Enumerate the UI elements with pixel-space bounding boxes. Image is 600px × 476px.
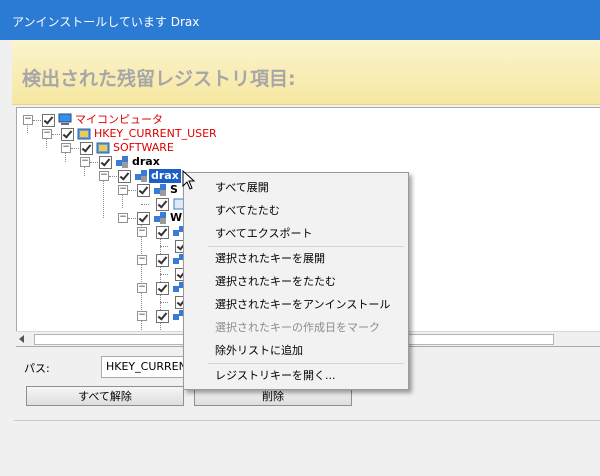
menu-item-open-registry-key[interactable]: レジストリキーを開く... <box>215 369 336 383</box>
tree-node-hkcu[interactable]: − HKEY_CURRENT_USER <box>42 127 242 142</box>
tree-connector <box>52 134 60 135</box>
tree-connector <box>160 302 168 303</box>
mouse-cursor-icon <box>182 170 196 190</box>
menu-item-expand-selected[interactable]: 選択されたキーを展開 <box>215 252 325 266</box>
header-banner: 検出された残留レジストリ項目: <box>12 40 600 105</box>
registry-folder-icon <box>96 142 110 154</box>
tree-connector <box>90 162 98 163</box>
menu-item-mark-created-date: 選択されたキーの作成日をマーク <box>215 321 380 334</box>
collapse-toggle[interactable]: − <box>118 185 128 195</box>
node-checkbox[interactable] <box>61 128 74 141</box>
menu-item-collapse-all[interactable]: すべてたたむ <box>215 204 280 218</box>
collapse-toggle[interactable]: − <box>137 283 147 293</box>
collapse-toggle[interactable]: − <box>80 157 90 167</box>
node-checkbox[interactable] <box>80 142 93 155</box>
computer-icon <box>58 113 72 125</box>
registry-key-icon <box>116 156 128 168</box>
uninstall-window: アンインストールしています Drax 検出された残留レジストリ項目: − マイコ… <box>0 0 600 476</box>
tree-connector <box>160 246 168 247</box>
menu-item-export-all[interactable]: すべてエクスポート <box>215 227 312 241</box>
tree-connector <box>141 204 149 205</box>
menu-item-collapse-selected[interactable]: 選択されたキーをたたむ <box>215 275 336 289</box>
node-checkbox[interactable] <box>156 226 169 239</box>
tree-connector <box>128 190 136 191</box>
path-label: パス: <box>24 362 50 375</box>
window-title: アンインストールしています Drax <box>12 15 200 29</box>
node-checkbox[interactable] <box>118 170 131 183</box>
collapse-toggle[interactable]: − <box>118 213 128 223</box>
node-checkbox[interactable] <box>156 282 169 295</box>
node-checkbox[interactable] <box>156 254 169 267</box>
menu-separator <box>208 363 404 364</box>
collapse-toggle[interactable]: − <box>137 227 147 237</box>
menu-separator <box>208 246 404 247</box>
registry-key-icon <box>154 184 166 196</box>
node-checkbox[interactable] <box>156 310 169 323</box>
registry-key-icon <box>135 170 147 182</box>
collapse-toggle[interactable]: − <box>137 255 147 265</box>
context-menu: すべて展開 すべてたたむ すべてエクスポート 選択されたキーを展開 選択されたキ… <box>183 172 409 390</box>
tree-node-drax[interactable]: − drax <box>80 155 280 170</box>
tree-label: drax <box>132 155 160 168</box>
header-title: 検出された残留レジストリ項目: <box>22 68 296 90</box>
divider <box>14 420 600 421</box>
collapse-toggle[interactable]: − <box>42 129 52 139</box>
tree-label: W <box>170 211 183 224</box>
collapse-toggle[interactable]: − <box>61 143 71 153</box>
scroll-left-icon[interactable] <box>19 335 24 343</box>
tree-guide-line <box>103 178 104 218</box>
node-checkbox[interactable] <box>137 212 150 225</box>
node-checkbox[interactable] <box>99 156 112 169</box>
tree-connector <box>160 274 168 275</box>
tree-node-my-computer[interactable]: − マイコンピュータ <box>23 113 223 128</box>
node-checkbox[interactable] <box>42 114 55 127</box>
tree-connector <box>109 176 117 177</box>
collapse-toggle[interactable]: − <box>99 171 109 181</box>
tree-label: SOFTWARE <box>113 141 174 154</box>
tree-connector <box>33 120 41 121</box>
tree-connector <box>71 148 79 149</box>
tree-label: マイコンピュータ <box>75 113 163 126</box>
tree-connector <box>128 218 136 219</box>
menu-item-uninstall-selected[interactable]: 選択されたキーをアンインストール <box>215 298 390 312</box>
tree-node-software[interactable]: − SOFTWARE <box>61 141 261 156</box>
tree-label-selected: drax <box>149 169 181 183</box>
node-checkbox[interactable] <box>156 198 169 211</box>
menu-item-add-exclusion[interactable]: 除外リストに追加 <box>215 344 303 358</box>
registry-key-icon <box>154 212 166 224</box>
registry-hive-icon <box>77 128 91 140</box>
tree-label: HKEY_CURRENT_USER <box>94 127 217 140</box>
title-bar[interactable]: アンインストールしています Drax <box>0 0 600 40</box>
tree-label: S <box>170 183 178 196</box>
clear-all-button[interactable]: すべて解除 <box>26 386 184 406</box>
collapse-toggle[interactable]: − <box>23 115 33 125</box>
menu-item-expand-all[interactable]: すべて展開 <box>215 181 269 195</box>
node-checkbox[interactable] <box>137 184 150 197</box>
collapse-toggle[interactable]: − <box>137 311 147 321</box>
